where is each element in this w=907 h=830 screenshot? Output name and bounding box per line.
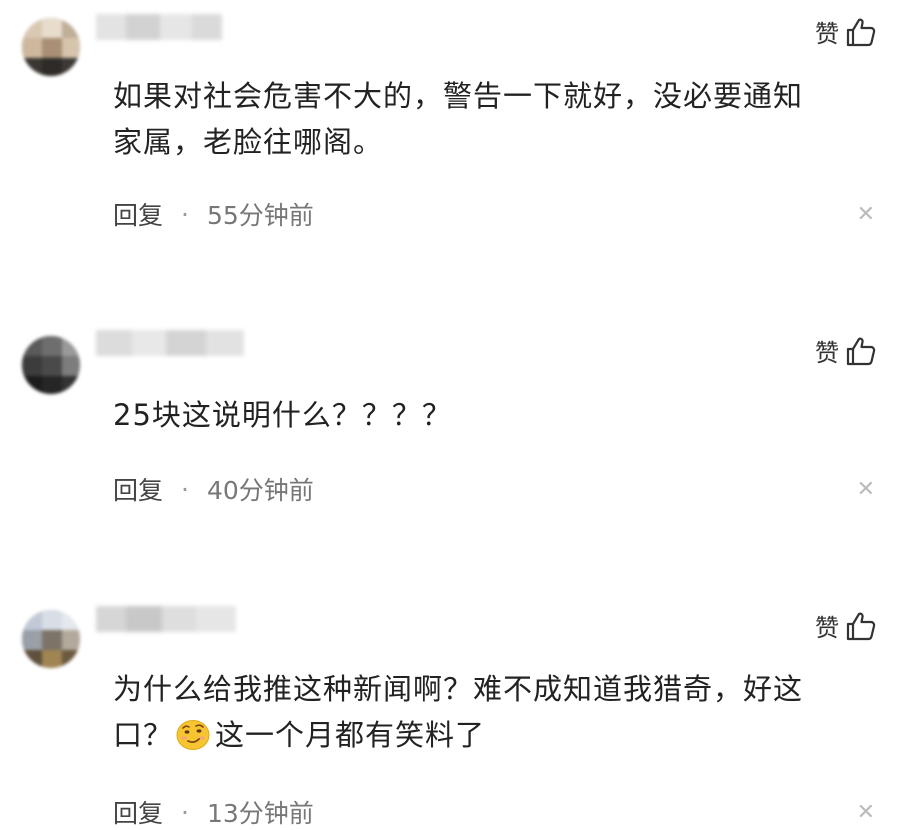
avatar[interactable]	[22, 336, 80, 394]
comment-text-fragment: 这一个月都有笑料了	[215, 718, 486, 752]
comment-text: 如果对社会危害不大的，警告一下就好，没必要通知 家属，老脸往哪阁。	[113, 73, 865, 165]
close-icon[interactable]: ✕	[857, 477, 875, 502]
thumbs-up-icon	[845, 335, 877, 367]
reply-button[interactable]: 回复	[113, 794, 163, 830]
comment-text-line: 25块这说明什么？？？？	[113, 398, 452, 432]
like-button[interactable]: 赞	[815, 608, 877, 643]
comment-meta: 回复 · 55分钟前	[113, 196, 314, 232]
avatar[interactable]	[22, 18, 80, 76]
comment-text-line: 为什么给我推这种新闻啊？难不成知道我猎奇，好这	[113, 672, 804, 706]
comment-text-line: 如果对社会危害不大的，警告一下就好，没必要通知	[113, 79, 804, 113]
comment-text-line2: 口？ 这一个月都有笑料了	[113, 712, 865, 758]
avatar[interactable]	[22, 610, 80, 668]
close-icon[interactable]: ✕	[857, 800, 875, 825]
like-label: 赞	[815, 339, 839, 367]
separator-dot: ·	[181, 199, 189, 229]
separator-dot: ·	[181, 474, 189, 504]
separator-dot: ·	[181, 797, 189, 827]
thumbs-up-icon	[845, 16, 877, 48]
smirk-emoji-icon	[175, 717, 211, 751]
comment-text-fragment: 口？	[113, 718, 174, 752]
comment-meta: 回复 · 40分钟前	[113, 471, 314, 507]
username-blurred[interactable]	[96, 330, 244, 356]
like-label: 赞	[815, 20, 839, 48]
comment-text: 25块这说明什么？？？？	[113, 392, 865, 438]
like-button[interactable]: 赞	[815, 333, 877, 368]
thumbs-up-icon	[845, 610, 877, 642]
username-blurred[interactable]	[96, 14, 222, 40]
timestamp: 13分钟前	[206, 799, 314, 828]
like-label: 赞	[815, 614, 839, 642]
comment-text-line: 家属，老脸往哪阁。	[113, 125, 384, 159]
close-icon[interactable]: ✕	[857, 202, 875, 227]
username-blurred[interactable]	[96, 606, 236, 632]
reply-button[interactable]: 回复	[113, 196, 163, 232]
comment-meta: 回复 · 13分钟前	[113, 794, 314, 830]
reply-button[interactable]: 回复	[113, 471, 163, 507]
timestamp: 55分钟前	[206, 201, 314, 230]
comment-text: 为什么给我推这种新闻啊？难不成知道我猎奇，好这 口？ 这一个月都有笑料了	[113, 666, 865, 758]
like-button[interactable]: 赞	[815, 14, 877, 49]
timestamp: 40分钟前	[206, 476, 314, 505]
